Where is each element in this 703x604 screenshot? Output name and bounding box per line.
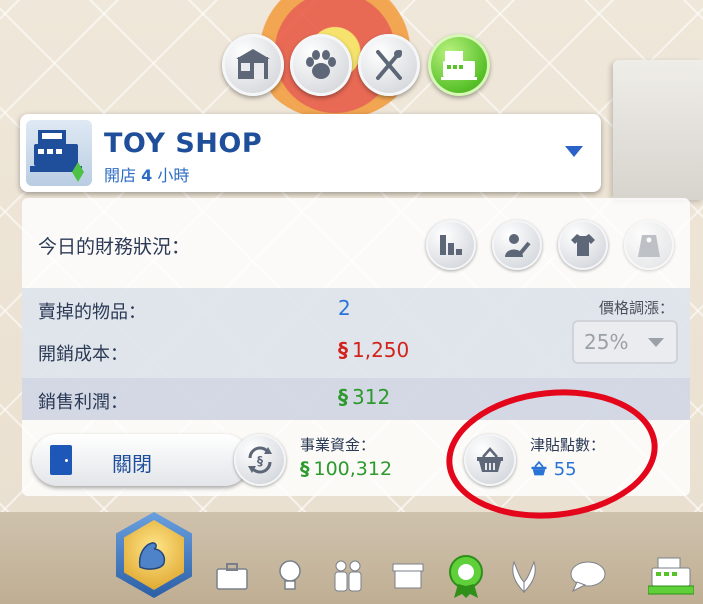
cash-register-icon bbox=[30, 130, 84, 182]
funds-label: 事業資金： bbox=[300, 436, 376, 454]
open-hours: 4 bbox=[141, 166, 153, 185]
uniform-button[interactable] bbox=[558, 220, 608, 270]
aspiration-wings-button[interactable] bbox=[498, 548, 550, 604]
career-button[interactable] bbox=[206, 548, 258, 604]
chevron-down-icon bbox=[648, 338, 664, 347]
people-icon bbox=[334, 560, 362, 592]
counter-background bbox=[613, 60, 703, 200]
cash-register-icon bbox=[648, 557, 694, 595]
close-shop-label: 關閉 bbox=[112, 452, 152, 476]
retail-category-button[interactable] bbox=[428, 34, 490, 96]
open-duration: 開店 4 小時 bbox=[104, 162, 189, 186]
cost-value: § 1,250 bbox=[338, 338, 409, 362]
chevron-down-icon[interactable] bbox=[565, 146, 583, 157]
employee-wrench-icon bbox=[505, 234, 531, 257]
simoleon-icon: § bbox=[338, 338, 348, 362]
simoleon-icon: § bbox=[300, 458, 310, 480]
funds-transfer-icon: § bbox=[248, 446, 272, 474]
cash-register-icon bbox=[441, 51, 477, 80]
price-tag-button[interactable] bbox=[624, 220, 674, 270]
chat-button[interactable] bbox=[562, 548, 614, 604]
price-tag-icon bbox=[638, 235, 660, 257]
paw-icon bbox=[306, 50, 336, 79]
wings-icon bbox=[512, 560, 536, 594]
open-suffix: 小時 bbox=[157, 166, 190, 185]
pets-category-button[interactable] bbox=[290, 34, 352, 96]
shop-name: TOY SHOP bbox=[104, 128, 263, 159]
profit-value: § 312 bbox=[338, 385, 390, 409]
simoleon-icon: § bbox=[338, 385, 348, 409]
lightbulb-icon bbox=[279, 560, 301, 590]
transfer-funds-button[interactable]: § bbox=[234, 434, 286, 486]
retail-shortcut-button[interactable] bbox=[642, 548, 700, 604]
shirt-icon bbox=[571, 234, 595, 256]
items-sold-value: 2 bbox=[338, 296, 351, 320]
business-button[interactable] bbox=[440, 548, 492, 604]
briefcase-icon bbox=[216, 563, 248, 590]
markup-select[interactable]: 25% bbox=[572, 320, 678, 364]
markup-value: 25% bbox=[584, 330, 629, 354]
build-category-button[interactable] bbox=[222, 34, 284, 96]
aspiration-frame bbox=[124, 520, 184, 590]
shop-header: TOY SHOP 開店 4 小時 bbox=[20, 114, 601, 192]
open-prefix: 開店 bbox=[104, 166, 137, 185]
manage-employees-button[interactable] bbox=[492, 220, 542, 270]
bar-chart-icon bbox=[440, 235, 462, 255]
restaurant-category-button[interactable] bbox=[358, 34, 420, 96]
profit-label: 銷售利潤： bbox=[38, 392, 128, 413]
svg-text:§: § bbox=[257, 454, 263, 468]
door-icon bbox=[50, 445, 72, 475]
funds-value: § 100,312 bbox=[300, 458, 392, 480]
finance-title: 今日的財務狀況： bbox=[38, 236, 191, 258]
ribbon-award-icon bbox=[449, 555, 483, 598]
shop-icon-frame bbox=[26, 120, 92, 186]
items-sold-label: 賣掉的物品： bbox=[38, 302, 146, 323]
funds-amount: 100,312 bbox=[313, 458, 393, 480]
speech-bubble-icon bbox=[570, 561, 606, 592]
relationships-button[interactable] bbox=[322, 548, 374, 604]
cost-amount: 1,250 bbox=[352, 338, 410, 362]
box-icon bbox=[392, 563, 424, 589]
skills-button[interactable] bbox=[264, 548, 316, 604]
fork-knife-icon bbox=[376, 50, 402, 80]
sales-chart-button[interactable] bbox=[426, 220, 476, 270]
close-shop-button[interactable]: 關閉 bbox=[32, 434, 250, 486]
muscle-arm-icon bbox=[138, 542, 166, 570]
cost-label: 開銷成本： bbox=[38, 344, 128, 365]
house-build-icon bbox=[236, 49, 270, 79]
inventory-button[interactable] bbox=[382, 548, 434, 604]
markup-label: 價格調漲： bbox=[598, 299, 674, 317]
profit-amount: 312 bbox=[352, 385, 391, 409]
